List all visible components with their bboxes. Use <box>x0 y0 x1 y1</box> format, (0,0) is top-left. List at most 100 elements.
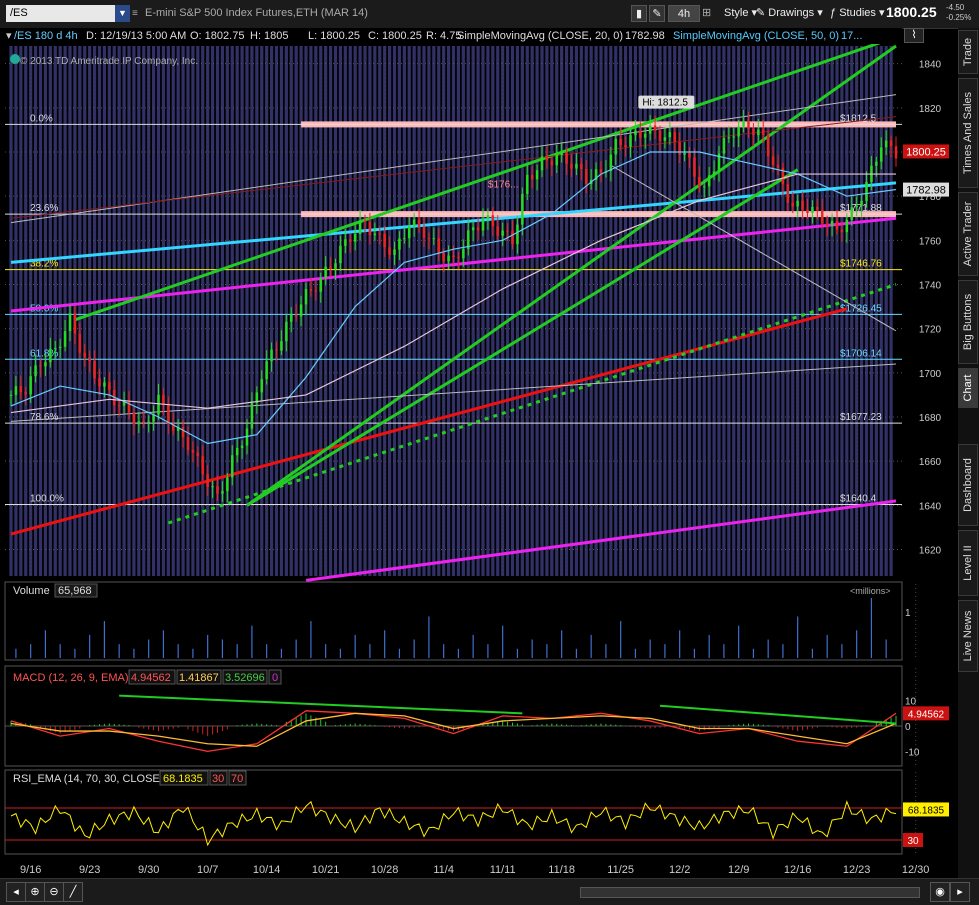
candle-body <box>388 247 391 255</box>
zoom-in-icon[interactable]: ⊕ <box>25 882 45 902</box>
symbol-dropdown-button[interactable]: ▼ <box>115 5 130 22</box>
candle-body <box>481 219 485 231</box>
draw-line-icon[interactable]: ╱ <box>63 882 83 902</box>
bar-date: D: 12/19/13 5:00 AM <box>86 30 187 42</box>
period-band <box>250 46 254 576</box>
candle-body <box>658 130 662 141</box>
fib-price-label: $1677.23 <box>840 412 882 423</box>
drawings-menu[interactable]: ✎ Drawings ▾ <box>756 5 823 22</box>
side-tab-big-buttons[interactable]: Big Buttons <box>958 280 978 364</box>
scroll-left-icon[interactable]: ◂ <box>6 882 26 902</box>
candle-body <box>639 130 642 138</box>
fib-percent-label: 61.8% <box>30 348 58 359</box>
candle-body <box>791 202 794 207</box>
side-tab-trade[interactable]: Trade <box>958 30 978 74</box>
candle-body <box>825 223 829 227</box>
sma20-flag-text: 1782.98 <box>906 185 946 197</box>
time-scrollbar[interactable] <box>580 887 920 898</box>
candle-body <box>93 361 96 379</box>
candle-body <box>757 129 760 136</box>
top-toolbar: /ES ▼ ≡ E-mini S&P 500 Index Futures,ETH… <box>0 0 979 29</box>
chart-menu-icon[interactable]: ◉ <box>930 882 950 902</box>
sma20-value: 1782.98 <box>625 30 665 42</box>
side-tab-active-trader[interactable]: Active Trader <box>958 192 978 276</box>
drawings-label: Drawings <box>768 7 815 19</box>
candle-body <box>816 206 819 210</box>
period-band <box>78 46 82 576</box>
candle-body <box>117 405 121 407</box>
candle-body <box>501 230 504 236</box>
candle-body <box>393 249 396 255</box>
symbol-input[interactable]: /ES <box>6 5 124 22</box>
price-tick-label: 1740 <box>919 281 942 292</box>
chart-settings-icon[interactable]: ⌇ <box>904 28 924 43</box>
candle-body <box>290 314 293 322</box>
side-tab-label: Level II <box>962 545 974 581</box>
expand-icon[interactable]: ▸ <box>950 882 970 902</box>
period-band <box>161 46 166 576</box>
quote-info-bar: ▾ /ES 180 d 4h D: 12/19/13 5:00 AM O: 18… <box>0 28 924 44</box>
hamburger-menu-icon[interactable]: ≡ <box>132 5 142 22</box>
candle-body <box>157 394 160 415</box>
period-band <box>92 46 97 576</box>
studies-menu[interactable]: ƒ Studies ▾ <box>830 5 884 22</box>
candle-body <box>280 341 283 351</box>
candle-body <box>353 233 357 242</box>
candle-body <box>108 382 111 390</box>
candle-body <box>771 156 775 165</box>
chart-area[interactable]: 0.0%$1812.523.6%$1771.8838.2%$1746.7650.… <box>0 44 958 878</box>
candle-body <box>181 426 185 438</box>
globe-icon <box>10 54 20 64</box>
candle-body <box>727 137 731 139</box>
rsi-pane[interactable]: RSI_EMA (14, 70, 30, CLOSE) 68.1835 30 7… <box>4 769 949 855</box>
period-band <box>156 46 161 576</box>
candle-body <box>850 207 853 220</box>
collapse-icon[interactable]: ▾ <box>6 28 12 44</box>
rsi-axis: 68.1835 30 <box>903 802 949 847</box>
time-tick-label: 10/21 <box>312 864 340 876</box>
candle-body <box>845 219 849 233</box>
fib-percent-label: 0.0% <box>30 113 53 124</box>
candle-body <box>299 304 303 317</box>
bars-icon[interactable]: ▮ <box>631 5 647 22</box>
rsi-oversold: 30 <box>212 773 224 785</box>
candle-body <box>19 386 23 393</box>
macd-title: MACD (12, 26, 9, EMA) <box>13 672 129 684</box>
volume-units: <millions> <box>850 586 891 596</box>
side-tab-live-news[interactable]: Live News <box>958 600 978 672</box>
candle-body <box>801 200 804 210</box>
low-value: L: 1800.25 <box>308 30 360 42</box>
timeframe-selector[interactable]: 4h <box>668 5 700 22</box>
candle-body <box>137 421 141 425</box>
macd-value: 4.94562 <box>131 672 171 684</box>
candle-body <box>260 379 263 393</box>
grid-icon[interactable]: ⊞ <box>702 5 720 22</box>
time-tick-label: 11/4 <box>433 864 454 876</box>
side-tab-label: Active Trader <box>962 201 974 267</box>
period-band <box>171 46 175 576</box>
candle-body <box>285 321 288 342</box>
candle-body <box>855 205 858 208</box>
candle-body <box>835 221 839 230</box>
side-tab-chart[interactable]: Chart <box>958 368 978 408</box>
price-tick-label: 1680 <box>919 413 942 424</box>
candle-body <box>530 174 534 180</box>
side-tab-times-and-sales[interactable]: Times And Sales <box>958 78 978 188</box>
style-menu[interactable]: Style ▾ <box>724 5 757 22</box>
side-tab-level-ii[interactable]: Level II <box>958 530 978 596</box>
zero-value: 0 <box>272 672 278 684</box>
zoom-out-icon[interactable]: ⊖ <box>44 882 64 902</box>
sma20-label: SimpleMovingAvg (CLOSE, 20, 0) <box>457 30 624 42</box>
macd-pane[interactable]: MACD (12, 26, 9, EMA) 4.94562 1.41867 3.… <box>4 665 949 767</box>
fib-percent-label: 23.6% <box>30 203 58 214</box>
volume-pane[interactable]: Volume 65,968 <millions> 1 <box>4 581 911 661</box>
candle-body <box>68 313 72 332</box>
candle-body <box>678 142 681 155</box>
candle-body <box>314 290 318 292</box>
wrench-icon[interactable]: ✎ <box>649 5 665 22</box>
side-tab-dashboard[interactable]: Dashboard <box>958 444 978 526</box>
candle-body <box>875 161 878 166</box>
candle-body <box>358 220 362 234</box>
candle-body <box>226 477 229 492</box>
pencil-icon: ✎ <box>756 7 766 19</box>
